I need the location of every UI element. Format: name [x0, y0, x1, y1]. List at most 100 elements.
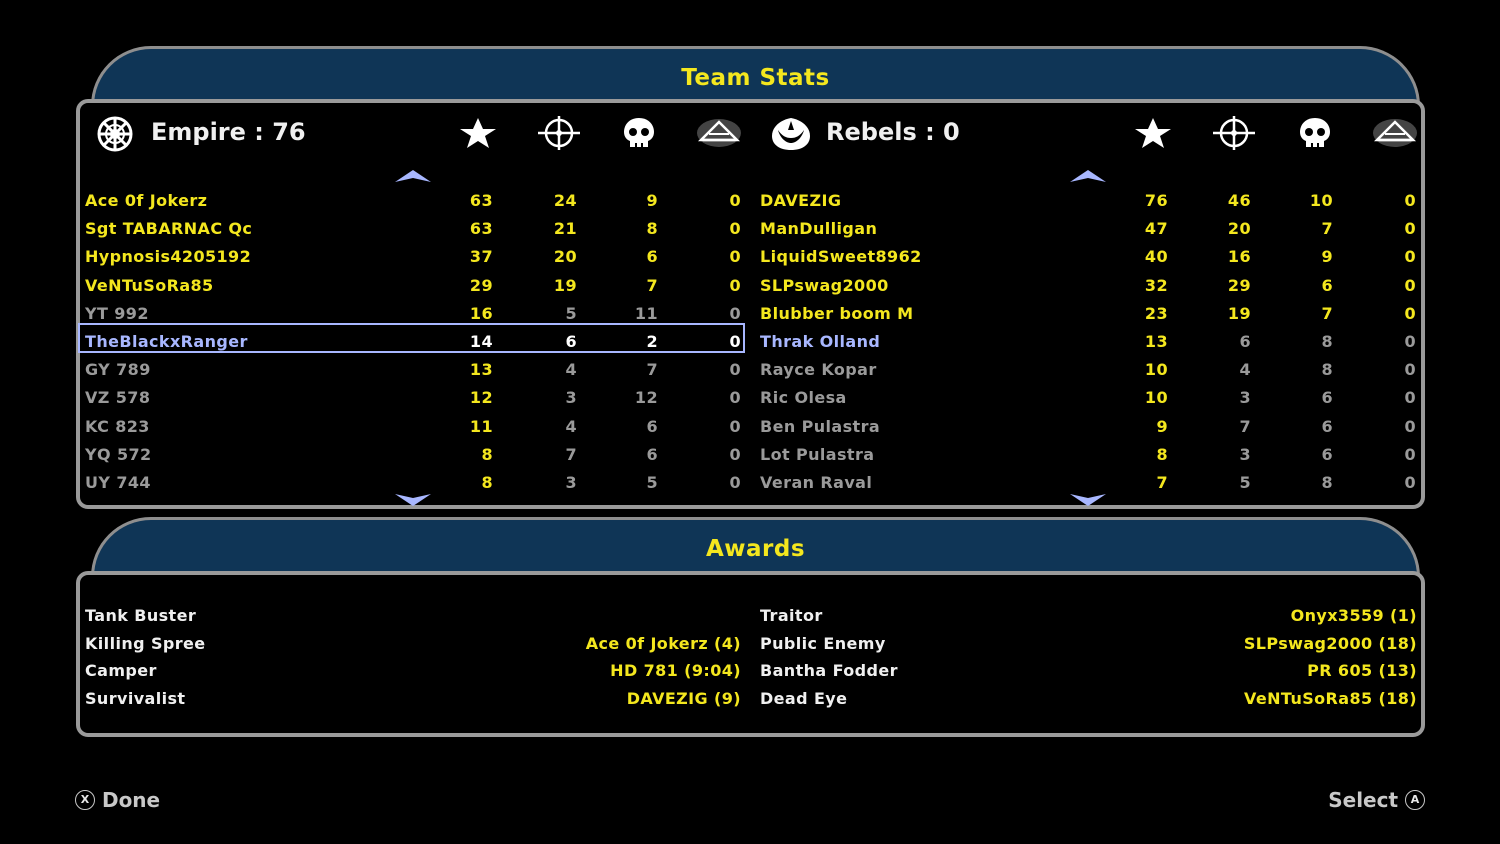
- stat-points: 16: [469, 303, 493, 323]
- stat-kills: 3: [565, 388, 577, 408]
- rebels-scroll-down-arrow[interactable]: [1070, 494, 1106, 506]
- player-name: UY 744: [85, 473, 151, 492]
- stat-vehicle-kills: 0: [729, 388, 741, 408]
- stat-deaths: 11: [634, 303, 658, 323]
- empire-player-row[interactable]: TheBlackxRanger 14 6 2 0: [85, 328, 750, 354]
- stat-vehicle-kills: 0: [1404, 416, 1416, 436]
- vehicle-icon: [1373, 119, 1417, 147]
- player-name: VZ 578: [85, 388, 151, 408]
- stat-kills: 7: [1239, 416, 1251, 436]
- empire-player-row[interactable]: YQ 572 8 7 6 0: [85, 441, 750, 467]
- award-name: Bantha Fodder: [760, 661, 898, 681]
- player-name: Blubber boom M: [760, 303, 914, 323]
- select-label: Select: [1328, 788, 1399, 812]
- empire-player-row[interactable]: Ace 0f Jokerz 63 24 9 0: [85, 187, 750, 213]
- rebels-player-row[interactable]: Blubber boom M 23 19 7 0: [760, 300, 1425, 326]
- rebels-player-row[interactable]: SLPswag2000 32 29 6 0: [760, 272, 1425, 298]
- player-name: Rayce Kopar: [760, 360, 877, 380]
- stat-deaths: 8: [1321, 332, 1333, 351]
- stat-points: 29: [469, 275, 493, 295]
- stat-kills: 6: [1239, 332, 1251, 351]
- rebels-player-row[interactable]: Ben Pulastra 9 7 6 0: [760, 413, 1425, 439]
- award-name: Killing Spree: [85, 633, 206, 653]
- crosshair-icon: [1213, 116, 1255, 150]
- stat-kills: 21: [553, 219, 577, 239]
- done-button[interactable]: X Done: [75, 788, 160, 812]
- player-name: Hypnosis4205192: [85, 247, 252, 267]
- player-name: TheBlackxRanger: [85, 332, 248, 351]
- awards-tab: Awards: [91, 517, 1420, 577]
- stat-kills: 19: [1227, 303, 1251, 323]
- stat-kills: 5: [1239, 473, 1251, 492]
- rebels-player-row[interactable]: Thrak Olland 13 6 8 0: [760, 328, 1425, 354]
- rebels-player-row[interactable]: Rayce Kopar 10 4 8 0: [760, 356, 1425, 382]
- player-name: Ben Pulastra: [760, 416, 881, 436]
- stat-vehicle-kills: 0: [729, 303, 741, 323]
- stat-vehicle-kills: 0: [1404, 444, 1416, 464]
- empire-player-row[interactable]: Sgt TABARNAC Qc 63 21 8 0: [85, 215, 750, 241]
- star-icon: [1135, 118, 1171, 148]
- stat-points: 63: [469, 191, 493, 210]
- player-name: Ace 0f Jokerz: [85, 191, 208, 210]
- stat-kills: 3: [1239, 444, 1251, 464]
- select-button[interactable]: Select A: [1328, 788, 1425, 812]
- empire-player-row[interactable]: GY 789 13 4 7 0: [85, 356, 750, 382]
- stat-points: 9: [1156, 416, 1168, 436]
- stat-points: 63: [469, 219, 493, 239]
- stat-deaths: 6: [1321, 388, 1333, 408]
- player-name: GY 789: [85, 360, 151, 380]
- empire-player-row[interactable]: YT 992 16 5 11 0: [85, 300, 750, 326]
- stat-points: 13: [1144, 332, 1168, 351]
- rebels-scroll-up-arrow[interactable]: [1070, 170, 1106, 182]
- done-label: Done: [101, 788, 161, 812]
- rebels-player-row[interactable]: LiquidSweet8962 40 16 9 0: [760, 243, 1425, 269]
- rebels-player-row[interactable]: Veran Raval 7 5 8 0: [760, 469, 1425, 495]
- stat-points: 14: [469, 332, 493, 351]
- stat-vehicle-kills: 0: [729, 191, 741, 210]
- award-winner: PR 605 (13): [1307, 661, 1417, 681]
- rebels-score-title: Rebels : 0: [826, 118, 960, 146]
- stat-kills: 29: [1227, 275, 1251, 295]
- empire-player-row[interactable]: UY 744 8 3 5 0: [85, 469, 750, 495]
- stat-vehicle-kills: 0: [729, 247, 741, 267]
- player-name: LiquidSweet8962: [760, 247, 922, 267]
- stat-deaths: 6: [646, 416, 658, 436]
- stat-points: 12: [469, 388, 493, 408]
- stat-points: 40: [1144, 247, 1168, 267]
- player-name: SLPswag2000: [760, 275, 889, 295]
- stat-points: 7: [1156, 473, 1168, 492]
- player-name: YQ 572: [85, 444, 152, 464]
- player-name: DAVEZIG: [760, 191, 842, 210]
- stat-kills: 3: [565, 473, 577, 492]
- stat-vehicle-kills: 0: [729, 332, 741, 351]
- empire-scroll-up-arrow[interactable]: [395, 170, 431, 182]
- empire-player-row[interactable]: VZ 578 12 3 12 0: [85, 384, 750, 410]
- stat-vehicle-kills: 0: [729, 219, 741, 239]
- stat-deaths: 8: [1321, 473, 1333, 492]
- a-button-icon: A: [1405, 789, 1425, 810]
- stat-deaths: 6: [1321, 275, 1333, 295]
- rebels-player-row[interactable]: Lot Pulastra 8 3 6 0: [760, 441, 1425, 467]
- empire-player-row[interactable]: KC 823 11 4 6 0: [85, 413, 750, 439]
- stat-deaths: 9: [1321, 247, 1333, 267]
- empire-player-row[interactable]: Hypnosis4205192 37 20 6 0: [85, 243, 750, 269]
- stat-deaths: 7: [646, 360, 658, 380]
- award-winner: HD 781 (9:04): [610, 661, 741, 681]
- stat-kills: 20: [553, 247, 577, 267]
- empire-player-row[interactable]: VeNTuSoRa85 29 19 7 0: [85, 272, 750, 298]
- award-name: Traitor: [760, 606, 823, 625]
- empire-scroll-down-arrow[interactable]: [395, 494, 431, 506]
- crosshair-icon: [538, 116, 580, 150]
- stat-kills: 4: [565, 416, 577, 436]
- player-name: Lot Pulastra: [760, 444, 875, 464]
- stat-points: 10: [1144, 388, 1168, 408]
- stat-deaths: 6: [1321, 444, 1333, 464]
- empire-score-title: Empire : 76: [151, 118, 306, 146]
- rebels-player-row[interactable]: DAVEZIG 76 46 10 0: [760, 187, 1425, 213]
- stat-deaths: 7: [1321, 303, 1333, 323]
- star-icon: [460, 118, 496, 148]
- rebels-player-row[interactable]: Ric Olesa 10 3 6 0: [760, 384, 1425, 410]
- rebels-player-row[interactable]: ManDulligan 47 20 7 0: [760, 215, 1425, 241]
- stat-vehicle-kills: 0: [1404, 247, 1416, 267]
- stat-kills: 46: [1227, 191, 1251, 210]
